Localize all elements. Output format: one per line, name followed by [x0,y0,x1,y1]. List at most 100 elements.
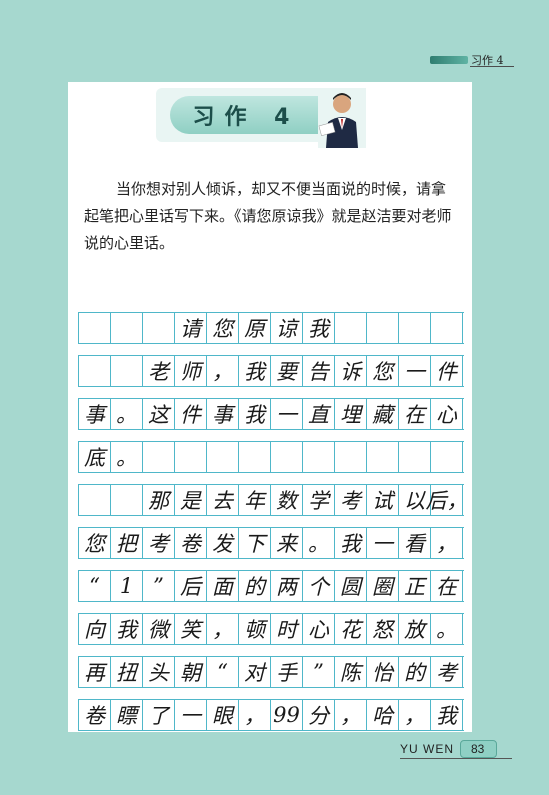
grid-cell: 一 [271,399,303,429]
header-rule [470,66,514,67]
grid-cell: 原 [239,313,271,343]
grid-cell: ， [207,614,239,644]
grid-cell: 放 [399,614,431,644]
grid-cell: 我 [335,528,367,558]
grid-cell: 卷 [175,528,207,558]
grid-cell: 时 [271,614,303,644]
grid-cell [239,442,271,472]
grid-cell: 事 [79,399,111,429]
page-sheet: 习作 4 当你想对别人倾诉，却又不便当面说的时候，请拿起笔把心里话写下来。《请您… [68,82,472,732]
grid-cell: ， [335,700,367,730]
grid-cell: 在 [399,399,431,429]
grid-row: 卷瞟了一眼， 99 分，哈，我 [78,699,464,731]
grid-cell: 件 [175,399,207,429]
grid-cell [79,485,111,515]
grid-cell [399,442,431,472]
grid-cell: 再 [79,657,111,687]
grid-cell: 个 [303,571,335,601]
grid-cell [431,442,463,472]
grid-cell: 去 [207,485,239,515]
grid-cell: 。 [111,442,143,472]
grid-cell: 我 [431,700,463,730]
grid-cell: 学 [303,485,335,515]
grid-cell: 的 [399,657,431,687]
grid-cell: 发 [207,528,239,558]
grid-cell: 两 [271,571,303,601]
grid-cell: 藏 [367,399,399,429]
grid-cell: 后 [175,571,207,601]
grid-cell: 微 [143,614,175,644]
grid-cell: 事 [207,399,239,429]
grid-cell: 瞟 [111,700,143,730]
grid-cell: 请 [175,313,207,343]
grid-cell: 的 [239,571,271,601]
grid-cell: ， [399,700,431,730]
grid-cell: 我 [239,399,271,429]
grid-row: 向我微笑，顿时心花怒放。 [78,613,464,645]
intro-paragraph: 当你想对别人倾诉，却又不便当面说的时候，请拿起笔把心里话写下来。《请您原谅我》就… [84,180,452,252]
grid-cell [143,442,175,472]
grid-cell [79,313,111,343]
grid-row: 事。这件事我一直埋藏在心 [78,398,464,430]
grid-cell: 圈 [367,571,399,601]
grid-cell: 花 [335,614,367,644]
grid-cell [79,356,111,386]
grid-cell: 朝 [175,657,207,687]
grid-cell: 卷 [79,700,111,730]
grid-cell [143,313,175,343]
grid-cell: ” [303,657,335,687]
grid-cell: 分 [303,700,335,730]
grid-cell: 是 [175,485,207,515]
grid-cell: 底 [79,442,111,472]
grid-cell: 试 [367,485,399,515]
grid-cell: 面 [207,571,239,601]
grid-cell [431,313,463,343]
grid-cell: 要 [271,356,303,386]
grid-cell: 考 [143,528,175,558]
grid-cell: 后， [426,485,468,515]
grid-cell: 99 [271,700,303,730]
grid-cell: 心 [431,399,463,429]
grid-cell: 向 [79,614,111,644]
writing-grid: 请您原谅我老师，我要告诉您一件事。这件事我一直埋藏在心底。那是去年数学考试以后，… [78,312,468,742]
grid-cell: 头 [143,657,175,687]
grid-cell: 告 [303,356,335,386]
grid-cell: 老 [143,356,175,386]
grid-cell: 眼 [207,700,239,730]
grid-cell: 怡 [367,657,399,687]
grid-row: “1” 后面的两个圆圈正在 [78,570,464,602]
grid-row: 老师，我要告诉您一件 [78,355,464,387]
grid-cell: 正 [399,571,431,601]
grid-cell: 把 [111,528,143,558]
grid-cell: 这 [143,399,175,429]
grid-cell [271,442,303,472]
grid-cell: 谅 [271,313,303,343]
grid-cell [303,442,335,472]
book-label: YU WEN [400,742,454,756]
grid-cell: 考 [335,485,367,515]
grid-cell [111,485,143,515]
grid-cell: 笑 [175,614,207,644]
grid-cell: 来 [271,528,303,558]
grid-cell: 。 [303,528,335,558]
grid-cell: 师 [175,356,207,386]
grid-cell: ” [143,571,175,601]
header-bar-decoration [430,56,468,64]
grid-cell: 在 [431,571,463,601]
grid-cell: 诉 [335,356,367,386]
grid-cell: 您 [79,528,111,558]
grid-cell [367,313,399,343]
page-footer: YU WEN 83 [400,740,498,758]
grid-cell: “ [79,571,111,601]
grid-cell [111,313,143,343]
grid-cell: 我 [303,313,335,343]
grid-cell: 1 [111,571,143,601]
grid-cell [111,356,143,386]
page-number: 83 [460,740,498,758]
grid-cell: 对 [239,657,271,687]
teacher-illustration-icon [318,88,366,148]
grid-cell: ， [431,528,463,558]
grid-cell [367,442,399,472]
grid-cell: 那 [143,485,175,515]
grid-cell: 哈 [367,700,399,730]
